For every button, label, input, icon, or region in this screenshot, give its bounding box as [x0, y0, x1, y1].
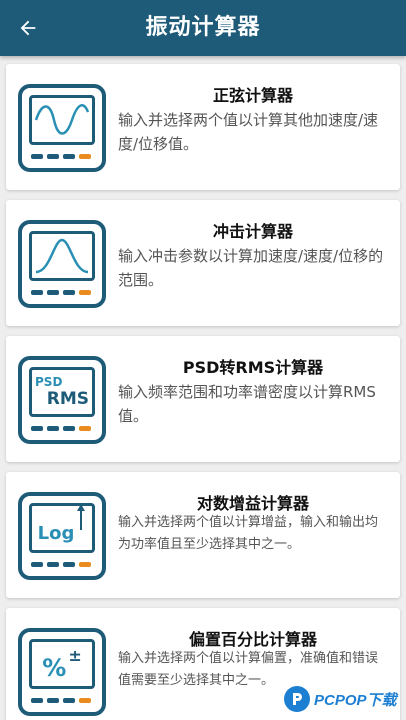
card-title: 偏置百分比计算器 [188, 630, 317, 649]
percent-offset-icon: % ± [18, 628, 106, 716]
watermark: PCPOP下载 [284, 684, 397, 714]
psd-rms-icon: PSD RMS [18, 356, 106, 444]
psd-label: PSD [35, 375, 63, 389]
card-description: 输入冲击参数以计算加速度/速度/位移的范围。 [118, 247, 384, 289]
arrow-up-icon [77, 506, 86, 530]
log-gain-calculator-card[interactable]: Log 对数增益计算器 输入并选择两个值以计算增益，输入和输出均为功率值且至少选… [6, 472, 400, 598]
psd-rms-calculator-card[interactable]: PSD RMS PSD转RMS计算器 输入频率范围和功率谱密度以计算RMS值。 [6, 336, 400, 462]
rms-label: RMS [46, 389, 89, 409]
log-label: Log [37, 523, 75, 544]
page-title: 振动计算器 [145, 15, 261, 40]
pcpop-logo-icon [284, 686, 310, 712]
card-title: PSD转RMS计算器 [182, 358, 324, 377]
card-description: 输入频率范围和功率谱密度以计算RMS值。 [118, 383, 376, 425]
card-description: 输入并选择两个值以计算增益，输入和输出均为功率值且至少选择其中之一。 [118, 515, 379, 552]
percent-label: % [42, 654, 67, 682]
sine-wave-icon [18, 84, 106, 172]
card-title: 冲击计算器 [212, 222, 293, 241]
card-title: 正弦计算器 [212, 86, 293, 105]
log-gain-icon: Log [18, 492, 106, 580]
app-bar: 振动计算器 [0, 0, 406, 56]
watermark-text: PCPOP下载 [314, 691, 397, 709]
shock-calculator-card[interactable]: 冲击计算器 输入冲击参数以计算加速度/速度/位移的范围。 [6, 200, 400, 326]
shock-pulse-icon [18, 220, 106, 308]
plus-minus-label: ± [68, 645, 82, 665]
card-title: 对数增益计算器 [196, 494, 309, 513]
sine-calculator-card[interactable]: 正弦计算器 输入并选择两个值以计算其他加速度/速度/位移值。 [6, 64, 400, 190]
card-description: 输入并选择两个值以计算其他加速度/速度/位移值。 [118, 111, 379, 153]
